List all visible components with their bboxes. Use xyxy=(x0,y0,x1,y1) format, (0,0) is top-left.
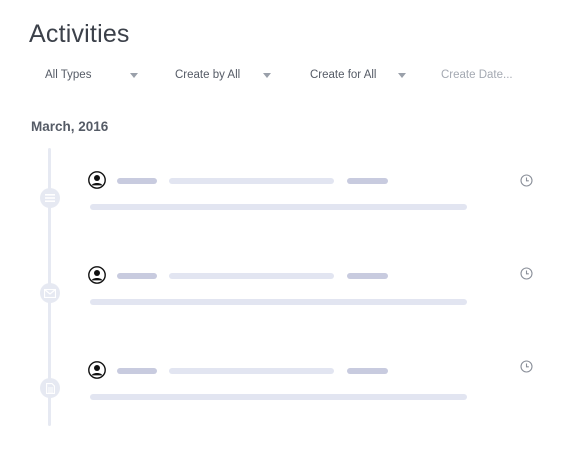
type-filter-dropdown[interactable]: All Types xyxy=(45,66,145,84)
loading-placeholder-bar xyxy=(117,178,157,184)
loading-placeholder-bar xyxy=(169,273,334,279)
loading-placeholder-bar xyxy=(169,178,334,184)
user-avatar-icon xyxy=(88,266,106,284)
created-by-filter-dropdown[interactable]: Create by All xyxy=(175,66,280,84)
clock-icon xyxy=(520,360,533,373)
page-title: Activities xyxy=(29,20,130,48)
month-header: March, 2016 xyxy=(31,119,109,134)
caret-down-icon xyxy=(263,73,271,78)
type-filter-label: All Types xyxy=(45,69,92,81)
loading-placeholder-bar xyxy=(90,204,467,210)
loading-placeholder-bar xyxy=(347,273,388,279)
caret-down-icon xyxy=(398,73,406,78)
loading-placeholder-bar xyxy=(347,368,388,374)
activity-item[interactable] xyxy=(88,266,538,310)
created-by-filter-label: Create by All xyxy=(175,69,241,81)
caret-down-icon xyxy=(130,73,138,78)
timeline-node-list xyxy=(40,188,60,208)
loading-placeholder-bar xyxy=(347,178,388,184)
loading-placeholder-bar xyxy=(117,368,157,374)
clock-icon xyxy=(520,174,533,187)
user-avatar-icon xyxy=(88,171,106,189)
loading-placeholder-bar xyxy=(90,299,467,305)
document-icon xyxy=(45,382,55,394)
list-icon xyxy=(45,194,55,202)
create-date-input[interactable] xyxy=(441,66,551,84)
created-for-filter-label: Create for All xyxy=(310,69,377,81)
activity-item[interactable] xyxy=(88,360,538,405)
timeline-node-envelope xyxy=(40,283,60,303)
loading-placeholder-bar xyxy=(117,273,157,279)
timeline-node-document xyxy=(40,378,60,398)
created-for-filter-dropdown[interactable]: Create for All xyxy=(310,66,415,84)
clock-icon xyxy=(520,267,533,280)
activity-item[interactable] xyxy=(88,171,538,215)
loading-placeholder-bar xyxy=(90,394,467,400)
envelope-icon xyxy=(44,288,56,298)
loading-placeholder-bar xyxy=(169,368,334,374)
user-avatar-icon xyxy=(88,361,106,379)
